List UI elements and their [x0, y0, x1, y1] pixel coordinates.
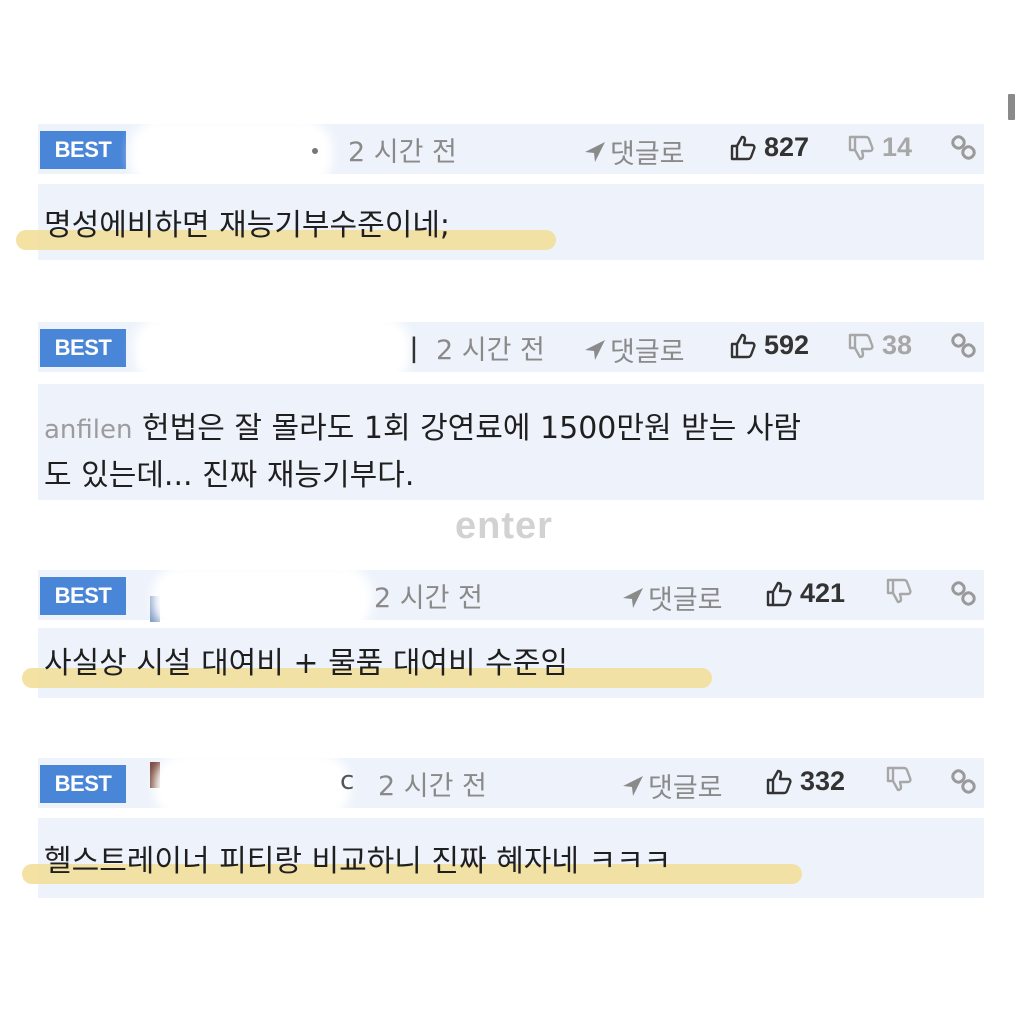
- watermark: enter: [455, 505, 553, 547]
- reply-arrow-icon: [623, 775, 643, 796]
- link-icon[interactable]: [950, 580, 978, 608]
- like-button[interactable]: 592: [730, 330, 809, 361]
- thumbs-down-icon: [848, 135, 874, 160]
- comment-time: 2 시간 전: [436, 335, 545, 366]
- thumbs-up-icon: [730, 333, 756, 358]
- comment-header: BEST c 2 시간 전 댓글로 332: [38, 758, 984, 812]
- thumbs-up-icon: [766, 581, 792, 606]
- dislike-button[interactable]: [886, 766, 920, 792]
- reply-button[interactable]: 댓글로: [622, 766, 723, 805]
- reply-arrow-icon: [585, 339, 605, 360]
- comment-body: anfilen 헌법은 잘 몰라도 1회 강연료에 1500만원 받는 사람 도…: [38, 384, 984, 500]
- redacted-author: [138, 128, 324, 180]
- reply-button[interactable]: 댓글로: [622, 578, 723, 617]
- like-button[interactable]: 421: [766, 578, 845, 609]
- like-button[interactable]: 827: [730, 132, 809, 163]
- comment-text-line-1: anfilen 헌법은 잘 몰라도 1회 강연료에 1500만원 받는 사람: [44, 406, 978, 453]
- thumbs-up-icon: [730, 135, 756, 160]
- best-badge: BEST: [40, 329, 126, 367]
- reply-label: 댓글로: [648, 585, 723, 616]
- comment-time: 2 시간 전: [348, 137, 457, 168]
- dislike-button[interactable]: [886, 578, 920, 604]
- author-fragment: ㅣ: [400, 334, 428, 369]
- avatar: [150, 762, 160, 788]
- link-icon[interactable]: [950, 134, 978, 162]
- author-fragment: c: [340, 766, 355, 796]
- link-icon[interactable]: [950, 768, 978, 796]
- like-count: 421: [800, 578, 846, 608]
- like-count: 332: [800, 766, 846, 796]
- dislike-button[interactable]: 14: [848, 132, 912, 163]
- redacted-author: [162, 762, 342, 812]
- thumbs-down-icon: [886, 766, 912, 792]
- scrollbar-thumb[interactable]: [1008, 94, 1015, 120]
- comment-card: BEST 2 시간 전 댓글로 827 14 명성에비하면 재능기부수준이네;: [16, 124, 984, 260]
- comment-header: BEST 2 시간 전 댓글로 421: [38, 570, 984, 624]
- avatar: [150, 596, 160, 622]
- redacted-author: [160, 574, 364, 624]
- reply-label: 댓글로: [610, 337, 685, 368]
- reply-arrow-icon: [623, 587, 643, 608]
- reply-label: 댓글로: [648, 773, 723, 804]
- reply-button[interactable]: 댓글로: [584, 330, 685, 369]
- thumbs-down-icon: [886, 578, 912, 604]
- reply-button[interactable]: 댓글로: [584, 132, 685, 171]
- comment-card: BEST ㅣ 2 시간 전 댓글로 592 38 anfilen 헌법은 잘 몰…: [38, 322, 984, 500]
- comment-text: 헌법은 잘 몰라도 1회 강연료에 1500만원 받는 사람: [142, 411, 802, 446]
- comment-text-line-2: 도 있는데... 진짜 재능기부다.: [44, 458, 415, 493]
- reply-arrow-icon: [585, 141, 605, 162]
- comment-text: 명성에비하면 재능기부수준이네;: [44, 208, 451, 243]
- redacted-author: [142, 324, 402, 376]
- comment-body: 헬스트레이너 피티랑 비교하니 진짜 혜자네 ㅋㅋㅋ: [22, 818, 984, 898]
- like-count: 592: [764, 330, 810, 360]
- like-count: 827: [764, 132, 810, 162]
- thumbs-down-icon: [848, 333, 874, 358]
- author-fragment: [312, 148, 318, 154]
- like-button[interactable]: 332: [766, 766, 845, 797]
- best-badge: BEST: [40, 131, 126, 169]
- comment-body: 명성에비하면 재능기부수준이네;: [16, 184, 984, 260]
- comment-text: 헬스트레이너 피티랑 비교하니 진짜 혜자네 ㅋㅋㅋ: [44, 844, 672, 879]
- dislike-count: 38: [882, 330, 913, 360]
- comment-header: BEST 2 시간 전 댓글로 827 14: [38, 124, 984, 180]
- reply-label: 댓글로: [610, 139, 685, 170]
- comment-time: 2 시간 전: [374, 583, 483, 614]
- comment-text: 사실상 시설 대여비 + 물품 대여비 수준임: [44, 646, 568, 681]
- comment-card: BEST c 2 시간 전 댓글로 332 헬스트레이너 피티랑 비교하니 진짜…: [22, 758, 984, 898]
- comment-time: 2 시간 전: [378, 771, 487, 802]
- best-badge: BEST: [40, 577, 126, 615]
- comment-header: BEST ㅣ 2 시간 전 댓글로 592 38: [38, 322, 984, 376]
- link-icon[interactable]: [950, 332, 978, 360]
- best-badge: BEST: [40, 765, 126, 803]
- dislike-button[interactable]: 38: [848, 330, 912, 361]
- dislike-count: 14: [882, 132, 913, 162]
- thumbs-up-icon: [766, 769, 792, 794]
- comment-text-prefix: anfilen: [44, 415, 133, 445]
- comment-body: 사실상 시설 대여비 + 물품 대여비 수준임: [22, 628, 984, 698]
- comment-card: BEST 2 시간 전 댓글로 421 사실상 시설 대여비 + 물품 대여비 …: [22, 570, 984, 698]
